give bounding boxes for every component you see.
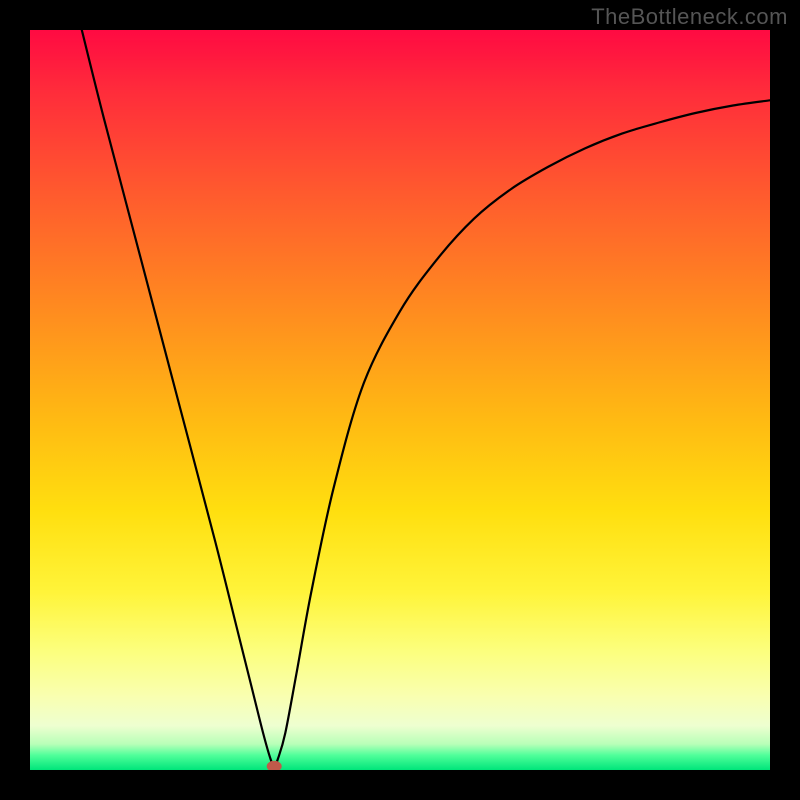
bottleneck-curve — [82, 30, 770, 766]
plot-area — [30, 30, 770, 770]
chart-frame: TheBottleneck.com — [0, 0, 800, 800]
watermark-text: TheBottleneck.com — [591, 4, 788, 30]
minimum-marker — [267, 761, 281, 770]
curve-layer — [30, 30, 770, 770]
